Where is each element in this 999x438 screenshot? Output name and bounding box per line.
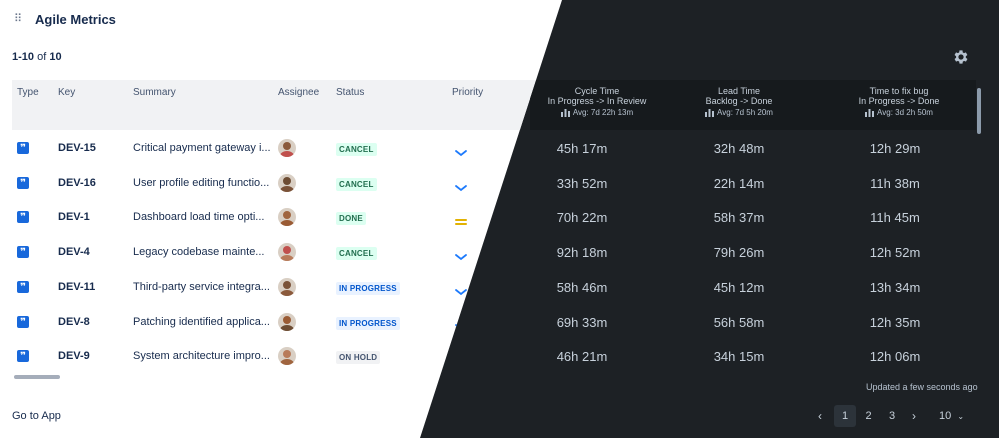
drag-handle-icon[interactable]: ⠿ — [14, 13, 22, 25]
metric-cycle-time: 69h 33m — [556, 314, 608, 330]
issue-key[interactable]: DEV-9 — [58, 350, 90, 362]
metric-cycle-time: 46h 21m — [556, 349, 608, 365]
issue-key[interactable]: DEV-16 — [58, 177, 96, 189]
avatar[interactable] — [278, 277, 296, 296]
avatar[interactable] — [278, 139, 296, 157]
chevron-down-icon — [454, 249, 468, 261]
column-header-summary[interactable]: Summary — [133, 87, 176, 98]
issue-summary[interactable]: Third-party service integra... — [133, 281, 270, 293]
metric-fix-time: 11h 45m — [870, 210, 920, 226]
column-header-lead-time[interactable]: Lead Time Backlog -> Done Avg: 7d 5h 20m — [654, 86, 824, 118]
gear-icon[interactable] — [952, 48, 970, 66]
metric-lead-time: 79h 26m — [713, 245, 765, 261]
issue-key[interactable]: DEV-11 — [58, 281, 95, 293]
chevron-down-icon — [454, 284, 468, 295]
column-header-key[interactable]: Key — [58, 87, 75, 98]
chevron-down-icon — [454, 145, 468, 157]
column-header-type[interactable]: Type — [17, 87, 39, 98]
chevron-down-icon — [454, 180, 468, 191]
story-icon: ❞ — [17, 246, 29, 259]
range-prefix: 1-10 — [12, 51, 35, 63]
page-size-select[interactable]: 10 ⌄ — [939, 410, 964, 422]
metric-fix-time: 12h 29m — [869, 141, 921, 156]
metric-cycle-time: 45h 17m — [556, 141, 608, 156]
issue-summary[interactable]: Dashboard load time opti... — [133, 211, 264, 223]
range-of: of — [37, 51, 47, 63]
page-button[interactable]: 1 — [834, 405, 856, 427]
issue-summary[interactable]: User profile editing functio... — [133, 177, 269, 189]
last-updated-text: Updated a few seconds ago — [866, 382, 978, 392]
column-header-priority[interactable]: Priority — [452, 87, 483, 98]
fix-time-subtitle: In Progress -> Done — [858, 96, 940, 106]
previous-page-icon[interactable]: ‹ — [818, 409, 822, 423]
lead-time-title: Lead Time — [717, 86, 761, 96]
lead-time-average: Avg: 7d 5h 20m — [654, 108, 824, 118]
page-button[interactable]: 3 — [881, 405, 903, 427]
metric-fix-time: 12h 52m — [869, 245, 921, 261]
issue-summary[interactable]: Legacy codebase mainte... — [133, 246, 264, 258]
story-icon: ❞ — [17, 280, 29, 293]
range-indicator: 1-10 of 10 — [12, 51, 62, 63]
horizontal-scrollbar[interactable] — [14, 375, 60, 379]
lead-time-subtitle: Backlog -> Done — [705, 96, 773, 106]
bar-chart-icon — [560, 109, 570, 117]
issue-key[interactable]: DEV-8 — [58, 316, 90, 328]
metric-lead-time: 58h 37m — [713, 210, 765, 226]
status-badge[interactable]: IN PROGRESS — [336, 281, 400, 295]
vertical-scrollbar[interactable] — [977, 88, 981, 134]
story-icon: ❞ — [17, 350, 29, 363]
fix-time-title: Time to fix bug — [869, 86, 929, 96]
metric-fix-time: 12h 06m — [869, 349, 921, 365]
bar-chart-icon — [705, 109, 715, 117]
metric-cycle-time: 58h 46m — [556, 279, 608, 295]
metric-cycle-time: 92h 18m — [556, 245, 608, 261]
status-badge[interactable]: CANCEL — [336, 177, 377, 191]
metric-lead-time: 45h 12m — [713, 279, 765, 295]
issue-key[interactable]: DEV-15 — [58, 142, 96, 154]
story-icon: ❞ — [17, 211, 29, 224]
column-header-status[interactable]: Status — [336, 87, 364, 98]
page-button[interactable]: 2 — [858, 405, 880, 427]
metric-cycle-time: 33h 52m — [556, 175, 608, 191]
metric-lead-time: 22h 14m — [713, 175, 765, 191]
next-page-icon[interactable]: › — [912, 409, 916, 423]
column-header-time-to-fix-bug[interactable]: Time to fix bug In Progress -> Done Avg:… — [814, 86, 984, 118]
story-icon: ❞ — [17, 315, 29, 328]
story-icon: ❞ — [17, 176, 29, 189]
status-badge[interactable]: IN PROGRESS — [336, 316, 400, 330]
metric-lead-time: 34h 15m — [713, 349, 765, 365]
equals-icon — [454, 214, 468, 226]
lead-time-avg-label: Avg: 7d 5h 20m — [717, 108, 773, 117]
cycle-time-avg-label: Avg: 7d 22h 13m — [572, 108, 634, 117]
metric-lead-time: 32h 48m — [713, 141, 765, 156]
status-badge[interactable]: CANCEL — [336, 143, 377, 156]
avatar[interactable] — [278, 173, 296, 192]
bar-chart-icon — [865, 109, 875, 117]
issue-summary[interactable]: Patching identified applica... — [133, 316, 270, 328]
metric-lead-time: 56h 58m — [713, 314, 765, 330]
issue-summary[interactable]: Critical payment gateway i... — [133, 142, 271, 154]
fix-time-avg-label: Avg: 3d 2h 50m — [877, 108, 933, 117]
fix-time-average: Avg: 3d 2h 50m — [814, 108, 984, 118]
status-badge[interactable]: CANCEL — [336, 247, 377, 261]
page-size-value: 10 — [939, 410, 952, 422]
app-title: Agile Metrics — [35, 12, 116, 27]
metric-fix-time: 12h 35m — [869, 314, 921, 330]
metric-fix-time: 11h 38m — [870, 175, 920, 191]
range-total: 10 — [49, 51, 62, 63]
chevron-down-icon: ⌄ — [957, 412, 965, 421]
go-to-app-link[interactable]: Go to App — [12, 410, 61, 422]
issue-key[interactable]: DEV-4 — [58, 246, 90, 258]
status-badge[interactable]: ON HOLD — [336, 351, 381, 365]
avatar[interactable] — [278, 243, 296, 262]
status-badge[interactable]: DONE — [336, 212, 366, 226]
metric-cycle-time: 70h 22m — [556, 210, 608, 226]
story-icon: ❞ — [17, 142, 29, 154]
metric-fix-time: 13h 34m — [869, 279, 921, 295]
issue-summary[interactable]: System architecture impro... — [133, 350, 270, 362]
avatar[interactable] — [278, 312, 296, 331]
column-header-assignee[interactable]: Assignee — [278, 87, 319, 98]
issue-key[interactable]: DEV-1 — [58, 211, 90, 223]
